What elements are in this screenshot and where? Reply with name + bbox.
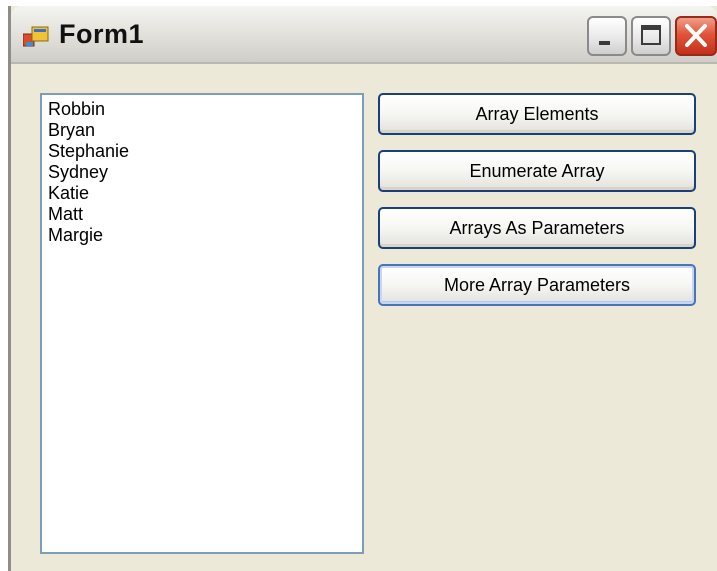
list-item[interactable]: Matt [48, 204, 356, 225]
names-listbox[interactable]: Robbin Bryan Stephanie Sydney Katie Matt… [40, 93, 364, 554]
array-elements-button[interactable]: Array Elements [378, 93, 696, 135]
form-client-area: Robbin Bryan Stephanie Sydney Katie Matt… [11, 64, 717, 571]
minimize-icon [599, 41, 610, 45]
list-item[interactable]: Bryan [48, 120, 356, 141]
list-item[interactable]: Sydney [48, 162, 356, 183]
title-bar[interactable]: Form1 [11, 6, 717, 64]
maximize-icon [641, 25, 661, 45]
list-item[interactable]: Katie [48, 183, 356, 204]
list-item[interactable]: Margie [48, 225, 356, 246]
close-button[interactable] [675, 16, 717, 56]
minimize-button[interactable] [587, 16, 627, 56]
close-icon [685, 24, 707, 47]
enumerate-array-button[interactable]: Enumerate Array [378, 150, 696, 192]
maximize-button[interactable] [631, 16, 671, 56]
arrays-as-parameters-button[interactable]: Arrays As Parameters [378, 207, 696, 249]
list-item[interactable]: Stephanie [48, 141, 356, 162]
more-array-parameters-button[interactable]: More Array Parameters [378, 264, 696, 306]
list-item[interactable]: Robbin [48, 99, 356, 120]
form-app-icon[interactable] [22, 26, 49, 48]
window-title: Form1 [59, 19, 145, 49]
form1-window: Form1 Robbin Bryan Stephanie Sydney Kati… [8, 6, 717, 571]
